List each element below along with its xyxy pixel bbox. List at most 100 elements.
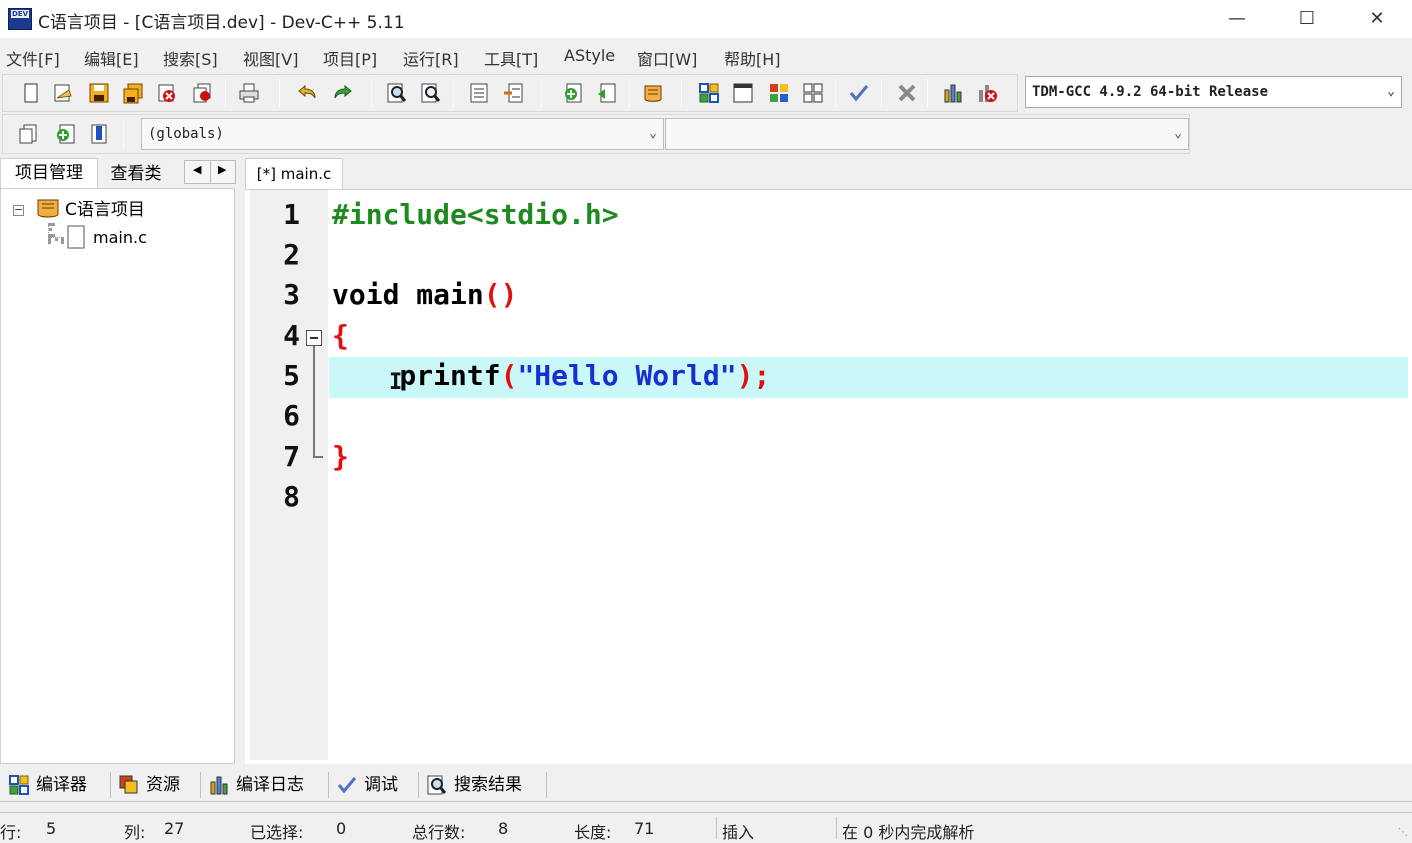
compile-run-button[interactable] <box>765 79 793 107</box>
status-total: 8 <box>498 819 509 838</box>
replace-button[interactable] <box>417 79 445 107</box>
redo-button[interactable] <box>329 79 357 107</box>
compiler-select-value: TDM-GCC 4.9.2 64-bit Release <box>1032 84 1269 100</box>
code-token: () <box>483 278 518 311</box>
insert-button[interactable] <box>15 120 43 148</box>
toolbar-separator <box>371 79 372 107</box>
divider <box>328 772 329 798</box>
close-all-button[interactable] <box>189 79 217 107</box>
line-gutter: 1 2 3 4 5 6 7 8 <box>250 190 328 760</box>
indent-button[interactable] <box>465 79 493 107</box>
undo-icon <box>298 84 316 99</box>
resize-grip-icon[interactable]: ⋱ <box>1398 827 1408 838</box>
code-token: } <box>332 440 349 473</box>
save-all-button[interactable] <box>119 79 147 107</box>
menu-search[interactable]: 搜索[S] <box>163 46 218 70</box>
line-number: 6 <box>283 399 300 432</box>
divider <box>200 772 201 798</box>
toolbar-separator <box>123 120 124 148</box>
editor-tab-main[interactable]: [*] main.c <box>245 158 343 190</box>
tab-search-results[interactable]: 搜索结果 <box>426 770 522 800</box>
delete-profile-button[interactable] <box>973 79 1001 107</box>
toolbar-separator <box>453 79 454 107</box>
tab-compile-log[interactable]: 编译日志 <box>208 770 304 800</box>
arrow-left-icon[interactable]: ◀ <box>193 163 201 176</box>
tab-compile-log-label: 编译日志 <box>236 775 304 795</box>
toggle-bookmark-button[interactable] <box>51 120 79 148</box>
project-tree: − C语言项目 main.c <box>0 188 235 764</box>
status-len: 71 <box>634 819 655 838</box>
check-icon <box>337 777 357 794</box>
scope-combo-value: (globals) <box>148 126 224 142</box>
tab-project[interactable]: 项目管理 <box>0 158 98 188</box>
toolbar-separator <box>927 79 928 107</box>
fold-toggle[interactable] <box>306 330 322 346</box>
status-col: 27 <box>164 819 185 838</box>
menu-help[interactable]: 帮助[H] <box>724 46 781 70</box>
close-file-button[interactable] <box>153 79 181 107</box>
minimize-button[interactable]: — <box>1202 0 1272 38</box>
find-button[interactable] <box>383 79 411 107</box>
file-node[interactable]: main.c <box>67 225 147 249</box>
tab-classes[interactable]: 查看类 <box>100 160 172 190</box>
arrow-right-icon[interactable]: ▶ <box>218 163 226 176</box>
remove-from-project-button[interactable] <box>593 79 621 107</box>
code-editor[interactable]: 1 2 3 4 5 6 7 8 #include<stdio.h> void ma… <box>245 189 1412 764</box>
unindent-icon <box>504 83 523 103</box>
replace-icon <box>421 83 441 103</box>
project-name: C语言项目 <box>65 200 145 220</box>
toolbar-separator <box>629 79 630 107</box>
menu-bar: 文件[F] 编辑[E] 搜索[S] 视图[V] 项目[P] 运行[R] 工具[T… <box>0 40 1412 72</box>
menu-view[interactable]: 视图[V] <box>243 46 298 70</box>
maximize-button[interactable]: ☐ <box>1272 0 1342 38</box>
rebuild-icon <box>803 83 823 103</box>
collapse-expander[interactable]: − <box>13 204 24 216</box>
print-button[interactable] <box>235 79 263 107</box>
fold-guide <box>313 346 315 456</box>
chevron-down-icon: ⌄ <box>1174 126 1182 141</box>
add-to-project-button[interactable] <box>559 79 587 107</box>
open-icon <box>54 84 72 102</box>
project-options-button[interactable] <box>639 79 667 107</box>
status-col-label: 列: <box>124 823 146 842</box>
tab-debug[interactable]: 调试 <box>336 770 398 800</box>
menu-file[interactable]: 文件[F] <box>6 46 60 70</box>
tab-resources[interactable]: 资源 <box>118 770 180 800</box>
goto-bookmark-button[interactable] <box>85 120 113 148</box>
divider <box>716 817 717 839</box>
toolbar-separator <box>681 79 682 107</box>
menu-tools[interactable]: 工具[T] <box>484 46 538 70</box>
chevron-down-icon: ⌄ <box>649 126 657 141</box>
save-button[interactable] <box>85 79 113 107</box>
member-combo[interactable]: ⌄ <box>665 118 1189 150</box>
menu-run[interactable]: 运行[R] <box>403 46 459 70</box>
tab-resources-label: 资源 <box>146 775 180 795</box>
menu-edit[interactable]: 编辑[E] <box>84 46 139 70</box>
divider <box>836 817 837 839</box>
compiler-select[interactable]: TDM-GCC 4.9.2 64-bit Release ⌄ <box>1025 76 1402 108</box>
status-bar: 行: 5 列: 27 已选择: 0 总行数: 8 长度: 71 插入 在 0 秒… <box>0 812 1412 842</box>
close-button[interactable]: ✕ <box>1342 0 1412 38</box>
undo-button[interactable] <box>293 79 321 107</box>
run-button[interactable] <box>729 79 757 107</box>
open-button[interactable] <box>49 79 77 107</box>
rebuild-button[interactable] <box>799 79 827 107</box>
scope-combo[interactable]: (globals) ⌄ <box>141 118 664 150</box>
code-token: void main <box>332 278 484 311</box>
project-node[interactable]: C语言项目 <box>35 195 145 220</box>
menu-astyle[interactable]: AStyle <box>564 46 615 65</box>
syntax-check-button[interactable] <box>845 79 873 107</box>
toolbar-separator <box>541 79 542 107</box>
check-icon <box>849 85 869 102</box>
compile-button[interactable] <box>695 79 723 107</box>
status-insert-mode: 插入 <box>722 823 755 842</box>
menu-window[interactable]: 窗口[W] <box>637 46 697 70</box>
fold-guide-end <box>313 456 323 458</box>
stop-button[interactable] <box>893 79 921 107</box>
tab-compiler[interactable]: 编译器 <box>8 770 87 800</box>
profile-button[interactable] <box>939 79 967 107</box>
new-file-button[interactable] <box>17 79 45 107</box>
menu-project[interactable]: 项目[P] <box>323 46 377 70</box>
unindent-button[interactable] <box>499 79 527 107</box>
tab-search-results-label: 搜索结果 <box>454 775 522 795</box>
